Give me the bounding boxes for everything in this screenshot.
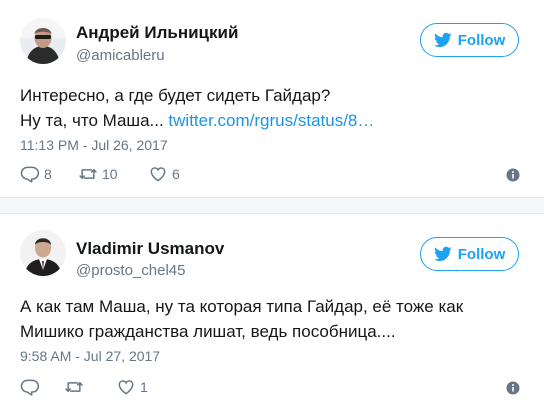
tweet-link[interactable]: twitter.com/rgrus/status/8…: [168, 111, 374, 130]
tweet-feed: Андрей Ильницкий @amicableru Follow Инте…: [0, 0, 544, 403]
retweet-button[interactable]: [64, 377, 88, 397]
like-count: 1: [140, 379, 148, 395]
tweet-timestamp[interactable]: 9:58 AM - Jul 27, 2017: [20, 348, 160, 364]
retweet-button[interactable]: 10: [78, 164, 118, 184]
tweet-timestamp[interactable]: 11:13 PM - Jul 26, 2017: [20, 137, 168, 153]
like-icon: [150, 167, 166, 182]
like-button[interactable]: 6: [148, 164, 180, 184]
info-icon[interactable]: [506, 168, 520, 182]
avatar[interactable]: [20, 18, 66, 64]
reply-icon: [20, 166, 40, 183]
tweet-separator: [0, 197, 544, 214]
follow-button[interactable]: Follow: [420, 23, 519, 57]
reply-button[interactable]: [20, 377, 44, 397]
follow-button[interactable]: Follow: [420, 237, 519, 271]
retweet-icon: [65, 382, 83, 392]
tweet-text: Интересно, а где будет сидеть Гайдар? Ну…: [20, 83, 525, 133]
tweet-text-line: Интересно, а где будет сидеть Гайдар?: [20, 86, 331, 105]
author-handle[interactable]: @amicableru: [76, 47, 165, 64]
tweet-text-prefix: Ну та, что Маша...: [20, 111, 169, 130]
info-icon[interactable]: [506, 381, 520, 395]
author-name[interactable]: Vladimir Usmanov: [76, 239, 224, 259]
like-icon: [118, 380, 134, 395]
tweet-text-line: А как там Маша, ну та которая типа Гайда…: [20, 297, 464, 316]
follow-label: Follow: [457, 31, 506, 49]
twitter-bird-icon: [433, 246, 452, 262]
like-count: 6: [172, 166, 180, 182]
author-handle[interactable]: @prosto_chel45: [76, 262, 185, 279]
tweet-actions: 8 10 6: [20, 164, 525, 186]
like-button[interactable]: 1: [116, 377, 148, 397]
reply-icon: [20, 379, 40, 396]
retweet-icon: [79, 169, 97, 179]
tweet-text-line: Мишико гражданства лишат, ведь пособница…: [20, 322, 396, 341]
avatar[interactable]: [20, 230, 66, 276]
reply-button[interactable]: 8: [20, 164, 52, 184]
author-name[interactable]: Андрей Ильницкий: [76, 23, 238, 43]
reply-count: 8: [44, 166, 52, 182]
follow-label: Follow: [457, 245, 506, 263]
retweet-count: 10: [102, 166, 118, 182]
tweet-actions: 1: [20, 377, 525, 399]
twitter-bird-icon: [433, 32, 452, 48]
tweet-text: А как там Маша, ну та которая типа Гайда…: [20, 294, 525, 344]
tweet-text-line: Ну та, что Маша... twitter.com/rgrus/sta…: [20, 108, 525, 133]
